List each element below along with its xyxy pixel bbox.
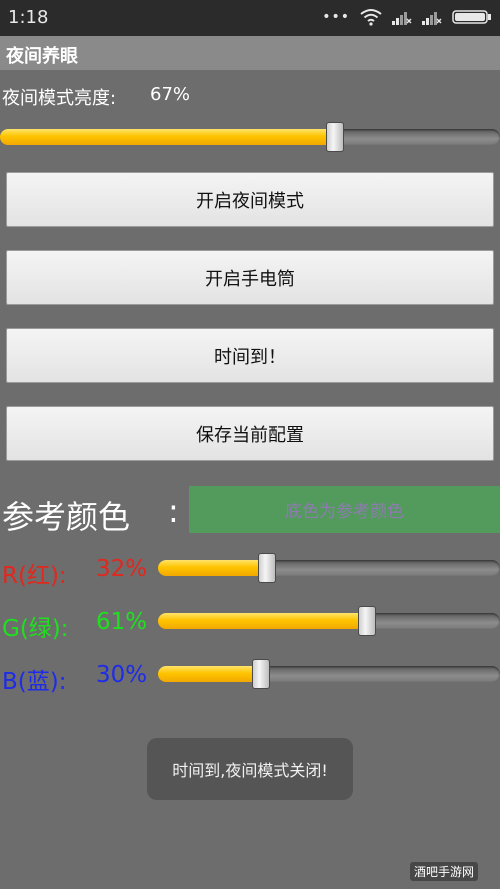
- app-title-bar: 夜间养眼: [0, 36, 500, 70]
- brightness-label: 夜间模式亮度:: [2, 88, 117, 109]
- slider-fill: [158, 613, 367, 629]
- green-label: G(绿):: [2, 616, 69, 642]
- slider-fill: [158, 666, 261, 682]
- green-slider[interactable]: [158, 606, 500, 636]
- save-config-button[interactable]: 保存当前配置: [6, 406, 494, 461]
- time-up-button[interactable]: 时间到！: [6, 328, 494, 383]
- reference-color-swatch: 底色为参考颜色: [189, 486, 500, 533]
- status-time: 1:18: [8, 7, 49, 28]
- slider-thumb[interactable]: [258, 553, 276, 583]
- slider-fill: [0, 129, 335, 145]
- signal-2-icon: [422, 12, 442, 25]
- status-bar: 1:18 •••: [0, 0, 500, 36]
- status-icons: •••: [322, 8, 492, 26]
- red-value: 32%: [96, 556, 148, 582]
- slider-thumb[interactable]: [358, 606, 376, 636]
- signal-1-icon: [392, 12, 412, 25]
- reference-color-label: 参考颜色: [2, 498, 131, 536]
- slider-thumb[interactable]: [326, 122, 344, 152]
- dots-icon: •••: [322, 9, 350, 25]
- toast-text: 时间到,夜间模式关闭!: [172, 761, 328, 780]
- brightness-value: 67%: [150, 84, 191, 105]
- red-label: R(红):: [2, 563, 67, 589]
- reference-color-colon: :: [168, 492, 179, 530]
- red-slider[interactable]: [158, 553, 500, 583]
- blue-label: B(蓝):: [2, 669, 67, 695]
- app-title: 夜间养眼: [6, 46, 78, 67]
- blue-value: 30%: [96, 662, 148, 688]
- watermark-logo: 酒吧手游网: [410, 862, 479, 881]
- wifi-icon: [360, 9, 382, 26]
- blue-slider[interactable]: [158, 659, 500, 689]
- flashlight-button[interactable]: 开启手电筒: [6, 250, 494, 305]
- slider-fill: [158, 560, 267, 576]
- battery-icon: [452, 10, 491, 24]
- green-value: 61%: [96, 609, 148, 635]
- brightness-slider[interactable]: [0, 122, 500, 152]
- toast-message: 时间到,夜间模式关闭!: [147, 738, 353, 800]
- slider-thumb[interactable]: [252, 659, 270, 689]
- night-mode-button[interactable]: 开启夜间模式: [6, 172, 494, 227]
- reference-color-text: 底色为参考颜色: [285, 502, 404, 522]
